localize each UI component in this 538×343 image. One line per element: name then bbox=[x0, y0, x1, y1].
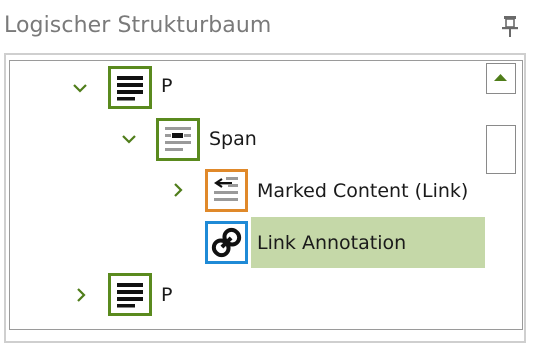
tree-node-label[interactable]: Link Annotation bbox=[257, 232, 406, 254]
link-icon bbox=[205, 221, 248, 264]
scrollbar-thumb[interactable] bbox=[486, 125, 516, 174]
scroll-up-button[interactable] bbox=[486, 63, 516, 94]
paragraph-icon bbox=[108, 66, 152, 109]
tree-node-label[interactable]: Marked Content (Link) bbox=[257, 180, 468, 202]
marked-content-icon bbox=[205, 169, 248, 212]
panel-title: Logischer Strukturbaum bbox=[4, 13, 272, 38]
chevron-right-icon[interactable] bbox=[170, 182, 186, 198]
tree-node-label[interactable]: P bbox=[161, 284, 172, 306]
pin-icon[interactable] bbox=[499, 14, 521, 38]
tree-node-label[interactable]: P bbox=[161, 75, 172, 97]
span-icon bbox=[156, 118, 200, 161]
chevron-down-icon[interactable] bbox=[121, 131, 137, 147]
scroll-up-icon bbox=[494, 74, 507, 81]
chevron-down-icon[interactable] bbox=[72, 80, 88, 96]
chevron-right-icon[interactable] bbox=[73, 287, 89, 303]
paragraph-icon bbox=[108, 273, 152, 316]
tree-node-label[interactable]: Span bbox=[209, 128, 257, 150]
